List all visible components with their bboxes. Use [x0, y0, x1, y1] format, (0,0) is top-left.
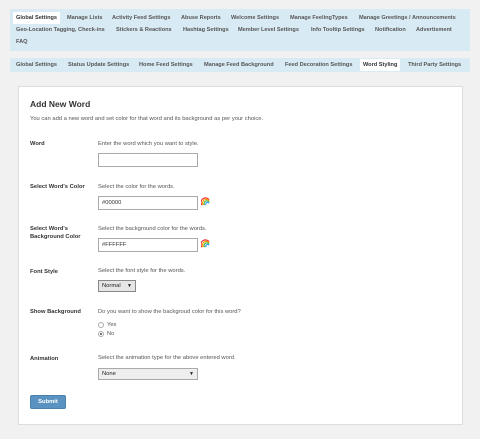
word-color-hint: Select the color for the words. — [98, 184, 175, 190]
show-bg-hint: Do you want to show the backgroud color … — [98, 309, 241, 315]
tab-welcome-settings[interactable]: Welcome Settings — [228, 12, 282, 24]
tab-manage-feelingtypes[interactable]: Manage FeelingTypes — [287, 12, 351, 24]
add-word-form: Add New Word You can add a new word and … — [18, 86, 463, 425]
top-nav: Global Settings Manage Lists Activity Fe… — [10, 9, 470, 51]
subtab-status-update-settings[interactable]: Status Update Settings — [65, 59, 132, 71]
tab-advertisment[interactable]: Advertisment — [413, 24, 455, 36]
animation-value: None — [102, 371, 116, 377]
bg-color-input[interactable]: #FFFFFF — [98, 238, 198, 252]
submit-button[interactable]: Submit — [30, 395, 66, 409]
tab-hashtag-settings[interactable]: Hashtag Settings — [180, 24, 232, 36]
subtab-word-styling[interactable]: Word Styling — [360, 59, 401, 71]
animation-label: Animation — [30, 356, 59, 362]
tab-global-settings[interactable]: Global Settings — [13, 12, 61, 24]
tab-manage-greetings[interactable]: Manage Greetings / Announcements — [356, 12, 459, 24]
color-picker-icon[interactable] — [201, 239, 210, 248]
dropdown-arrow-icon: ▼ — [127, 283, 132, 289]
sub-nav: Global Settings Status Update Settings H… — [10, 58, 470, 72]
tab-geo-location[interactable]: Geo-Location Tagging, Check-ins — [13, 24, 108, 36]
bg-color-hint: Select the background color for the word… — [98, 226, 207, 232]
tab-member-level-settings[interactable]: Member Level Settings — [235, 24, 302, 36]
font-style-label: Font Style — [30, 269, 59, 275]
tab-info-tooltip-settings[interactable]: Info Tooltip Settings — [308, 24, 368, 36]
word-color-input[interactable]: #00000 — [98, 196, 198, 210]
subtab-global-settings[interactable]: Global Settings — [13, 59, 60, 71]
word-label: Word — [30, 141, 45, 147]
radio-yes[interactable] — [98, 322, 104, 328]
subtab-feed-decoration-settings[interactable]: Feed Decoration Settings — [282, 59, 355, 71]
tab-notification[interactable]: Notification — [372, 24, 409, 36]
tab-abuse-reports[interactable]: Abuse Reports — [178, 12, 224, 24]
radio-no-label: No — [107, 331, 115, 337]
animation-select[interactable]: None ▼ — [98, 368, 198, 380]
radio-no[interactable] — [98, 331, 104, 337]
show-bg-yes-option[interactable]: Yes — [98, 322, 116, 328]
font-style-value: Normal — [102, 283, 121, 289]
word-color-label: Select Word's Color — [30, 184, 85, 190]
tab-stickers-reactions[interactable]: Stickers & Reactions — [113, 24, 175, 36]
word-hint: Enter the word which you want to style. — [98, 141, 199, 147]
tab-activity-feed-settings[interactable]: Activity Feed Settings — [109, 12, 173, 24]
tab-manage-lists[interactable]: Manage Lists — [64, 12, 105, 24]
form-title: Add New Word — [30, 99, 91, 109]
radio-yes-label: Yes — [107, 322, 117, 328]
subtab-manage-feed-background[interactable]: Manage Feed Background — [201, 59, 277, 71]
show-bg-label: Show Background — [30, 309, 81, 315]
form-description: You can add a new word and set color for… — [30, 116, 264, 122]
font-style-hint: Select the font style for the words. — [98, 268, 186, 274]
font-style-select[interactable]: Normal ▼ — [98, 280, 136, 292]
dropdown-arrow-icon: ▼ — [189, 371, 194, 377]
animation-hint: Select the animation type for the above … — [98, 355, 236, 361]
subtab-home-feed-settings[interactable]: Home Feed Settings — [136, 59, 196, 71]
show-bg-no-option[interactable]: No — [98, 331, 114, 337]
color-picker-icon[interactable] — [201, 197, 210, 206]
bg-color-label: Select Word's Background Color — [30, 226, 81, 240]
tab-faq[interactable]: FAQ — [13, 36, 31, 48]
word-input[interactable] — [98, 153, 198, 167]
subtab-third-party-settings[interactable]: Third Party Settings — [405, 59, 464, 71]
